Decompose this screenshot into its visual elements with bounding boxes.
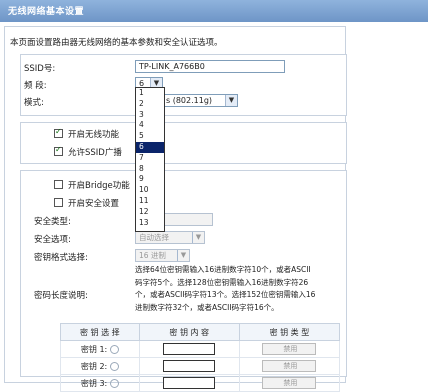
ssid-broadcast-checkbox[interactable]	[54, 145, 63, 156]
channel-option[interactable]: 1	[136, 88, 164, 99]
channel-dropdown-list: 1 2 3 4 5 6 7 8 9 10 11 12 13	[135, 87, 165, 232]
key-length-description: 选择64位密钥需输入16进制数字符10个，或者ASCII 码字符5个。选择128…	[135, 264, 345, 314]
key-format-select[interactable]: 16 进制 ▼	[135, 249, 190, 262]
channel-option[interactable]: 7	[136, 153, 164, 164]
ssid-input[interactable]: TP-LINK_A766B0	[135, 60, 285, 73]
chevron-down-icon: ▼	[192, 232, 204, 243]
key-content-cell	[138, 340, 240, 358]
channel-option[interactable]: 13	[136, 218, 164, 229]
ssid-broadcast-label: 允许SSID广播	[68, 148, 122, 158]
key-input[interactable]	[163, 343, 216, 355]
key-type-header: 密 钥 类 型	[238, 323, 341, 341]
channel-option[interactable]: 9	[136, 174, 164, 185]
channel-label: 频 段:	[24, 81, 47, 91]
enable-wireless-label: 开启无线功能	[68, 130, 120, 140]
mode-select[interactable]: s (802.11g) ▼	[163, 94, 238, 107]
key-select-cell: 密钥 1:	[60, 340, 140, 358]
ssid-value: TP-LINK_A766B0	[139, 62, 205, 71]
key-length-line: 个，或者ASCII码字符13个。选择152位密钥需输入16	[135, 290, 316, 299]
key-table: 密 钥 选 择 密 钥 内 容 密 钥 类 型 密钥 1: 禁用 密钥 2: 禁…	[60, 323, 341, 392]
key-content-cell	[138, 357, 240, 375]
key-select-header: 密 钥 选 择	[60, 323, 140, 341]
bridge-checkbox[interactable]	[54, 180, 63, 189]
key-label: 密钥 2:	[80, 361, 108, 371]
key-radio[interactable]	[109, 344, 119, 354]
key-length-label: 密码长度说明:	[34, 291, 88, 301]
channel-option[interactable]: 3	[136, 110, 164, 121]
security-type-label: 安全类型:	[34, 217, 71, 227]
channel-option[interactable]: 8	[136, 164, 164, 175]
key-type-cell: 禁用	[238, 340, 341, 358]
key-content-header: 密 钥 内 容	[138, 323, 240, 341]
channel-option[interactable]: 12	[136, 207, 164, 218]
key-label: 密钥 1:	[80, 344, 108, 354]
channel-option[interactable]: 2	[136, 99, 164, 110]
key-type-value: 禁用	[283, 362, 298, 370]
key-length-line: 选择64位密钥需输入16进制数字符10个，或者ASCII	[135, 265, 311, 274]
key-type-cell: 禁用	[238, 374, 341, 392]
security-option-label: 安全选项:	[34, 235, 71, 245]
channel-option[interactable]: 10	[136, 185, 164, 196]
key-length-line: 进制数字符32个，或者ASCII码字符16个。	[135, 302, 279, 312]
key-length-line: 码字符5个。选择128位密钥需输入16进制数字符26	[135, 277, 309, 287]
bridge-label: 开启Bridge功能	[68, 181, 130, 191]
page-title: 无线网络基本设置	[8, 7, 85, 17]
key-select-cell: 密钥 2:	[60, 357, 140, 375]
channel-option[interactable]: 6	[136, 141, 164, 153]
key-type-select[interactable]: 禁用	[262, 360, 317, 372]
security-type-select[interactable]	[163, 213, 213, 226]
channel-option[interactable]: 5	[136, 131, 164, 142]
table-row: 密钥 2: 禁用	[60, 357, 341, 375]
key-table-header: 密 钥 选 择 密 钥 内 容 密 钥 类 型	[60, 323, 341, 341]
security-option-select[interactable]: 自动选择 ▼	[135, 231, 205, 244]
key-content-cell	[138, 374, 240, 392]
key-format-label: 密钥格式选择:	[34, 253, 88, 263]
key-type-value: 禁用	[283, 345, 298, 353]
key-radio[interactable]	[109, 378, 119, 388]
enable-wireless-checkbox[interactable]	[54, 127, 63, 138]
channel-option[interactable]: 4	[136, 120, 164, 131]
security-option-value: 自动选择	[139, 233, 169, 242]
key-input[interactable]	[163, 377, 216, 389]
security-enable-checkbox[interactable]	[54, 198, 63, 207]
key-label: 密钥 3:	[80, 378, 108, 388]
table-row: 密钥 3: 禁用	[60, 374, 341, 392]
mode-value: s (802.11g)	[166, 96, 213, 105]
key-format-value: 16 进制	[139, 251, 166, 260]
chevron-down-icon: ▼	[177, 250, 189, 261]
key-radio[interactable]	[109, 361, 119, 371]
key-type-select[interactable]: 禁用	[262, 377, 317, 389]
page-description: 本页面设置路由器无线网络的基本参数和安全认证选项。	[10, 38, 223, 48]
table-row: 密钥 1: 禁用	[60, 340, 341, 358]
chevron-down-icon: ▼	[225, 95, 237, 106]
mode-label: 模式:	[24, 98, 44, 108]
key-select-cell: 密钥 3:	[60, 374, 140, 392]
key-type-cell: 禁用	[238, 357, 341, 375]
channel-option[interactable]: 11	[136, 196, 164, 207]
key-type-select[interactable]: 禁用	[262, 343, 317, 355]
ssid-label: SSID号:	[24, 64, 56, 74]
key-type-value: 禁用	[283, 379, 298, 387]
security-enable-label: 开启安全设置	[68, 199, 120, 209]
key-input[interactable]	[163, 360, 216, 372]
